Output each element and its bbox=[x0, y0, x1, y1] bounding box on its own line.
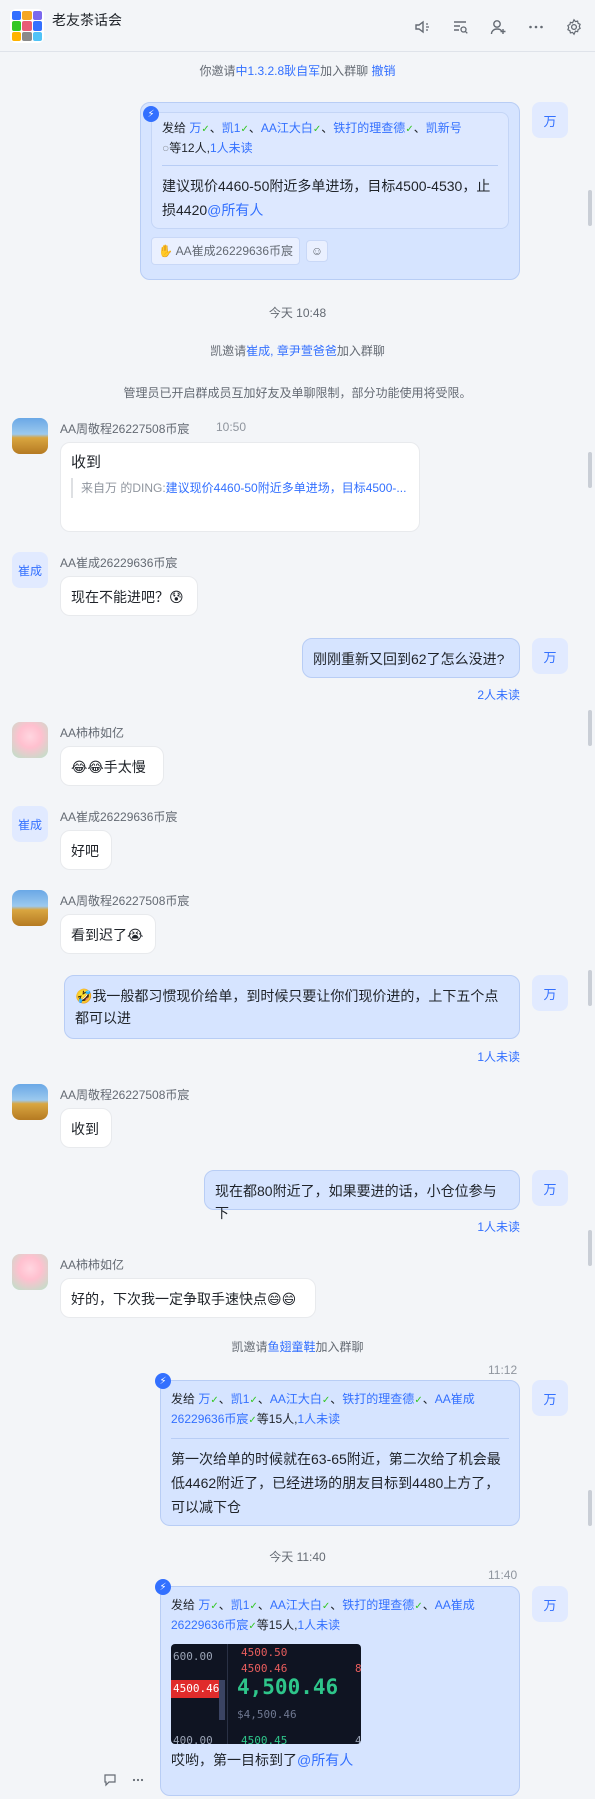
avatar[interactable]: 万 bbox=[532, 638, 568, 674]
message-text: 好的，下次我一定争取手速快点😄😄 bbox=[71, 1291, 297, 1307]
quoted-ding[interactable]: 来自万 的DING:建议现价4460-50附近多单进场，目标4500-... bbox=[71, 478, 409, 498]
revoke-link[interactable]: 撤销 bbox=[372, 64, 396, 78]
message-text: 好吧 bbox=[71, 843, 99, 859]
scrollbar-thumb[interactable] bbox=[588, 190, 592, 226]
avatar[interactable]: 万 bbox=[532, 975, 568, 1011]
ding-body: 建议现价4460-50附近多单进场，目标4500-4530，止损4420@所有人 bbox=[162, 178, 491, 218]
chat-title[interactable]: 老友茶话会 bbox=[52, 10, 122, 30]
invitee-link[interactable]: 中1.3.2.8耿自军 bbox=[235, 64, 320, 78]
chat-header: 老友茶话会 bbox=[0, 0, 595, 52]
sender-name[interactable]: AA周敬程26227508币宸 bbox=[60, 1086, 189, 1103]
ding-recipients: 发给 万✓、凯1✓、AA江大白✓、铁打的理查德✓、凯新号 ○等12人,1人未读 bbox=[162, 121, 462, 155]
mention-all[interactable]: @所有人 bbox=[297, 1752, 353, 1768]
invitee-link[interactable]: 崔成, 章尹萱爸爸 bbox=[246, 344, 337, 358]
scrollbar-thumb[interactable] bbox=[588, 970, 592, 1006]
hand-icon: ✋ bbox=[158, 244, 173, 258]
scrollbar-thumb[interactable] bbox=[588, 1230, 592, 1266]
message-text: 现在都80附近了，如果要进的话，小仓位参与下 bbox=[215, 1183, 497, 1221]
message-text: 😂😂手太慢 bbox=[71, 759, 146, 775]
avatar[interactable]: 万 bbox=[532, 1170, 568, 1206]
scrollbar-thumb[interactable] bbox=[588, 452, 592, 488]
time-divider: 今天 10:48 bbox=[268, 306, 327, 320]
ding-message-bubble[interactable]: 发给 万✓、凯1✓、AA江大白✓、铁打的理查德✓、AA崔成26229636币宸✓… bbox=[160, 1380, 520, 1526]
message-text: 🤣我一般都习惯现价给单，到时候只要让你们现价进的，上下五个点都可以进 bbox=[75, 988, 499, 1026]
ding-icon: ⚡ bbox=[155, 1373, 171, 1389]
search-chat-icon[interactable] bbox=[447, 14, 473, 40]
scrollbar-thumb[interactable] bbox=[588, 1490, 592, 1526]
more-icon[interactable] bbox=[523, 14, 549, 40]
message-bubble[interactable]: 现在都80附近了，如果要进的话，小仓位参与下 bbox=[204, 1170, 520, 1221]
message-bubble[interactable]: 🤣我一般都习惯现价给单，到时候只要让你们现价进的，上下五个点都可以进 bbox=[64, 975, 520, 1039]
message-bubble[interactable]: 刚刚重新又回到62了怎么没进? bbox=[302, 638, 520, 678]
comment-icon[interactable] bbox=[100, 1770, 120, 1790]
avatar[interactable]: 万 bbox=[532, 102, 568, 138]
message-bubble[interactable]: 好的，下次我一定争取手速快点😄😄 bbox=[60, 1278, 316, 1318]
message-time: 11:12 bbox=[488, 1363, 518, 1377]
ding-message-bubble[interactable]: 发给 万✓、凯1✓、AA江大白✓、铁打的理查德✓、AA崔成26229636币宸✓… bbox=[160, 1586, 520, 1796]
avatar[interactable]: 万 bbox=[532, 1380, 568, 1416]
ding-message-bubble[interactable]: 发给 万✓、凯1✓、AA江大白✓、铁打的理查德✓、凯新号 ○等12人,1人未读 … bbox=[140, 102, 520, 280]
sender-name[interactable]: AA柿柿如亿 bbox=[60, 724, 124, 741]
sender-name[interactable]: AA周敬程26227508币宸 bbox=[60, 420, 189, 437]
unread-count[interactable]: 1人未读 bbox=[297, 1618, 340, 1632]
ding-recipients: 发给 万✓、凯1✓、AA江大白✓、铁打的理查德✓、AA崔成26229636币宸✓… bbox=[171, 1598, 475, 1632]
message-text: 现在不能进吧？😰 bbox=[71, 589, 184, 605]
avatar[interactable]: 崔成 bbox=[12, 806, 48, 842]
sender-name[interactable]: AA崔成26229636币宸 bbox=[60, 808, 177, 825]
read-status[interactable]: 1人未读 bbox=[420, 1048, 520, 1065]
message-bubble[interactable]: 看到迟了😭 bbox=[60, 914, 156, 954]
avatar[interactable] bbox=[12, 1254, 48, 1290]
sender-name[interactable]: AA崔成26229636币宸 bbox=[60, 554, 177, 571]
settings-icon[interactable] bbox=[561, 14, 587, 40]
read-status[interactable]: 2人未读 bbox=[420, 686, 520, 703]
system-message-restriction: 管理员已开启群成员互加好友及单聊限制，部分功能使用将受限。 bbox=[123, 386, 472, 400]
avatar[interactable]: 崔成 bbox=[12, 552, 48, 588]
mention-all[interactable]: @所有人 bbox=[207, 202, 263, 218]
avatar[interactable] bbox=[12, 722, 48, 758]
price-screenshot-image[interactable]: 600.00 4500.50 4500.46 8 4500.46 4,500.4… bbox=[171, 1644, 361, 1744]
ding-icon: ⚡ bbox=[155, 1579, 171, 1595]
system-message-invite: 凯邀请崔成, 章尹萱爸爸加入群聊 bbox=[210, 344, 385, 358]
add-member-icon[interactable] bbox=[485, 14, 511, 40]
message-bubble[interactable]: 好吧 bbox=[60, 830, 112, 870]
unread-count[interactable]: 1人未读 bbox=[210, 141, 253, 155]
invitee-link[interactable]: 鱼翅童鞋 bbox=[267, 1340, 315, 1354]
ding-recipients: 发给 万✓、凯1✓、AA江大白✓、铁打的理查德✓、AA崔成26229636币宸✓… bbox=[171, 1392, 475, 1426]
message-bubble[interactable]: 收到 bbox=[60, 1108, 112, 1148]
system-message-invite: 你邀请中1.3.2.8耿自军加入群聊 撤销 bbox=[199, 64, 396, 78]
add-reaction-icon[interactable]: ☺ bbox=[306, 240, 329, 262]
message-text: 刚刚重新又回到62了怎么没进? bbox=[313, 651, 505, 667]
reaction-chip[interactable]: ✋ AA崔成26229636币宸 bbox=[151, 237, 301, 265]
ding-body: 哎哟，第一目标到了@所有人 bbox=[171, 1752, 354, 1768]
time-divider: 今天 11:40 bbox=[269, 1550, 326, 1564]
message-bubble[interactable]: 收到 来自万 的DING:建议现价4460-50附近多单进场，目标4500-..… bbox=[60, 442, 420, 532]
sender-name[interactable]: AA周敬程26227508币宸 bbox=[60, 892, 189, 909]
avatar[interactable] bbox=[12, 890, 48, 926]
message-action-bar bbox=[100, 1770, 148, 1790]
message-bubble[interactable]: 😂😂手太慢 bbox=[60, 746, 164, 786]
avatar[interactable] bbox=[12, 1084, 48, 1120]
read-status[interactable]: 1人未读 bbox=[420, 1218, 520, 1235]
message-text: 收到 bbox=[71, 1121, 99, 1137]
unread-count[interactable]: 1人未读 bbox=[297, 1412, 340, 1426]
avatar[interactable] bbox=[12, 418, 48, 454]
speaker-icon[interactable] bbox=[409, 14, 435, 40]
group-avatar[interactable] bbox=[10, 9, 44, 43]
scrollbar-thumb[interactable] bbox=[588, 710, 592, 746]
system-message-invite: 凯邀请鱼翅童鞋加入群聊 bbox=[231, 1340, 364, 1354]
ding-body: 第一次给单的时候就在63-65附近，第二次给了机会最低4462附近了，已经进场的… bbox=[171, 1451, 501, 1515]
message-text: 收到 bbox=[71, 454, 102, 471]
avatar[interactable]: 万 bbox=[532, 1586, 568, 1622]
sender-name[interactable]: AA柿柿如亿 bbox=[60, 1256, 124, 1273]
message-time: 10:50 bbox=[216, 420, 247, 434]
more-icon[interactable] bbox=[128, 1770, 148, 1790]
message-bubble[interactable]: 现在不能进吧？😰 bbox=[60, 576, 198, 616]
ding-icon: ⚡ bbox=[143, 106, 159, 122]
message-text: 看到迟了😭 bbox=[71, 927, 144, 943]
message-time: 11:40 bbox=[488, 1568, 518, 1582]
